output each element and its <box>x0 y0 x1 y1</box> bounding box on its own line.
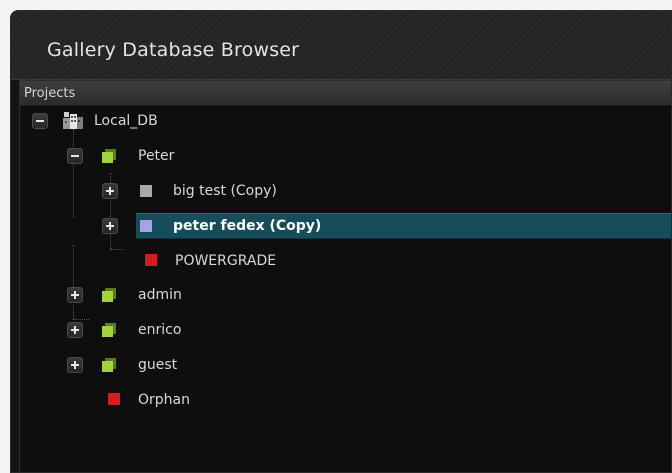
project-tree[interactable]: Local_DB Peter big test (Copy) peter fed… <box>20 105 671 472</box>
expand-toggle[interactable] <box>67 357 83 373</box>
tree-item-label: big test (Copy) <box>173 183 277 199</box>
expand-toggle[interactable] <box>67 287 83 303</box>
orphan-red-icon <box>108 393 120 405</box>
expand-toggle[interactable] <box>102 218 118 234</box>
project-lilac-icon <box>140 220 152 232</box>
user-folder-icon <box>102 358 116 372</box>
tree-row-orphan[interactable]: Orphan <box>20 388 671 412</box>
tree-row-peter-fedex[interactable]: peter fedex (Copy) <box>136 213 671 239</box>
tree-item-label: admin <box>138 287 182 303</box>
database-icon <box>63 112 83 129</box>
window-title: Gallery Database Browser <box>47 39 300 61</box>
projects-header-label: Projects <box>24 86 76 101</box>
tree-row-peter[interactable]: Peter <box>20 144 671 168</box>
project-grey-icon <box>140 185 152 197</box>
expand-toggle[interactable] <box>102 183 118 199</box>
tree-item-label: Local_DB <box>94 113 158 129</box>
tree-row-local-db[interactable]: Local_DB <box>20 109 671 133</box>
projects-header: Projects <box>20 81 671 106</box>
tree-row-powergrade[interactable]: POWERGRADE <box>20 249 671 273</box>
title-bar: Gallery Database Browser <box>11 11 671 80</box>
gallery-window: Gallery Database Browser Projects Local_… <box>10 10 672 473</box>
tree-item-label: Peter <box>138 148 175 164</box>
tree-connector <box>73 129 74 217</box>
user-folder-icon <box>102 149 116 163</box>
powergrade-red-icon <box>145 254 157 266</box>
collapse-toggle[interactable] <box>67 148 83 164</box>
tree-row-admin[interactable]: admin <box>20 283 671 307</box>
tree-item-label: enrico <box>138 322 182 338</box>
tree-row-enrico[interactable]: enrico <box>20 318 671 342</box>
expand-toggle[interactable] <box>67 322 83 338</box>
user-folder-icon <box>102 323 116 337</box>
tree-row-guest[interactable]: guest <box>20 353 671 377</box>
tree-item-label: Orphan <box>138 392 190 408</box>
tree-item-label: peter fedex (Copy) <box>173 218 322 234</box>
tree-item-label: guest <box>138 357 178 373</box>
tree-row-big-test[interactable]: big test (Copy) <box>20 179 671 203</box>
collapse-toggle[interactable] <box>32 113 48 129</box>
projects-panel: Projects Local_DB Peter big test (Copy) … <box>19 80 671 472</box>
user-folder-icon <box>102 288 116 302</box>
tree-item-label: POWERGRADE <box>175 253 277 269</box>
